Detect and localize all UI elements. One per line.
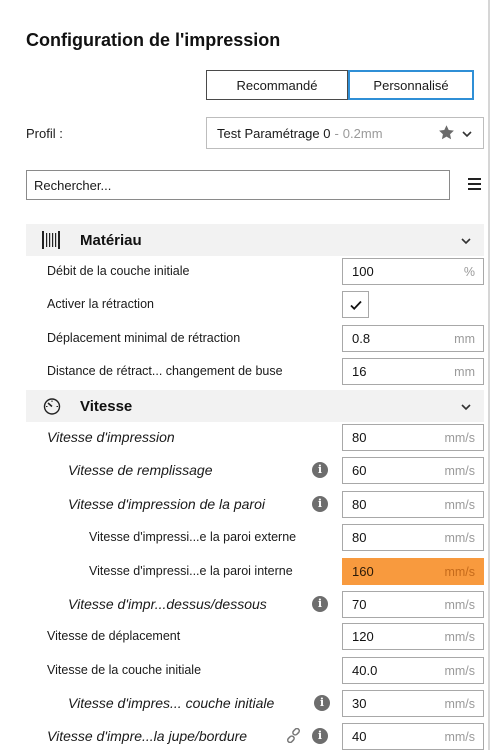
setting-row: Vitesse d'impression de la paroi i 80 mm… — [0, 488, 490, 520]
setting-value: 0.8 — [352, 331, 371, 346]
material-spool-icon — [42, 231, 62, 249]
setting-row: Vitesse de remplissage i 60 mm/s — [0, 454, 490, 486]
category-vitesse-label: Vitesse — [80, 397, 133, 415]
setting-label: Vitesse d'impr...dessus/dessous — [68, 596, 267, 612]
retraction-checkbox[interactable] — [342, 291, 369, 318]
setting-row: Vitesse de déplacement 120 mm/s — [0, 620, 490, 652]
setting-row: Vitesse d'impression 80 mm/s — [0, 421, 490, 453]
info-icon[interactable]: i — [312, 728, 328, 744]
setting-label: Distance de rétract... changement de bus… — [47, 364, 283, 378]
setting-input[interactable]: 40 mm/s — [342, 723, 484, 750]
setting-value: 60 — [352, 463, 367, 478]
setting-input-warning[interactable]: 160 mm/s — [342, 558, 484, 585]
setting-label: Vitesse de remplissage — [68, 462, 213, 478]
setting-label: Débit de la couche initiale — [47, 264, 190, 278]
setting-unit: mm/s — [444, 664, 475, 678]
setting-label: Vitesse d'impressi...e la paroi interne — [89, 564, 293, 578]
link-icon — [286, 727, 301, 744]
chevron-down-icon — [460, 234, 472, 246]
profile-dropdown[interactable]: Test Paramétrage 0 - 0.2mm — [206, 117, 484, 149]
category-materiau[interactable]: Matériau — [26, 224, 484, 256]
setting-input[interactable]: 60 mm/s — [342, 457, 484, 484]
setting-row: Déplacement minimal de rétraction 0.8 mm — [0, 322, 490, 354]
setting-unit: mm/s — [444, 464, 475, 478]
custom-mode-button[interactable]: Personnalisé — [348, 70, 474, 100]
setting-input[interactable]: 70 mm/s — [342, 591, 484, 618]
profile-name: Test Paramétrage 0 — [217, 125, 331, 141]
category-materiau-label: Matériau — [80, 231, 142, 249]
setting-row: Débit de la couche initiale 100 % — [0, 255, 490, 287]
info-icon[interactable]: i — [312, 462, 328, 478]
setting-label: Vitesse de déplacement — [47, 629, 181, 643]
setting-label: Déplacement minimal de rétraction — [47, 331, 241, 345]
chevron-down-icon — [461, 128, 473, 140]
speedometer-icon — [42, 397, 62, 415]
setting-input[interactable]: 80 mm/s — [342, 491, 484, 518]
setting-unit: mm/s — [444, 531, 475, 545]
setting-input[interactable]: 80 mm/s — [342, 524, 484, 551]
setting-row: Activer la rétraction — [0, 288, 490, 320]
setting-input[interactable]: 30 mm/s — [342, 690, 484, 717]
setting-label: Vitesse d'impre...la jupe/bordure — [47, 728, 248, 744]
setting-input[interactable]: 0.8 mm — [342, 325, 484, 352]
setting-unit: mm/s — [444, 730, 475, 744]
setting-row: Vitesse d'impressi...e la paroi interne … — [0, 555, 490, 587]
setting-row: Vitesse de la couche initiale 40.0 mm/s — [0, 654, 490, 686]
setting-unit: mm/s — [444, 598, 475, 612]
setting-row: Vitesse d'impr...dessus/dessous i 70 mm/… — [0, 588, 490, 620]
setting-input[interactable]: 120 mm/s — [342, 623, 484, 650]
setting-value: 70 — [352, 597, 367, 612]
setting-row: Vitesse d'impressi...e la paroi externe … — [0, 521, 490, 553]
setting-label: Vitesse d'impres... couche initiale — [68, 695, 275, 711]
setting-input[interactable]: 100 % — [342, 258, 484, 285]
setting-row: Vitesse d'impres... couche initiale i 30… — [0, 687, 490, 719]
info-icon[interactable]: i — [312, 596, 328, 612]
setting-value: 40.0 — [352, 663, 378, 678]
setting-input[interactable]: 16 mm — [342, 358, 484, 385]
print-settings-panel: Configuration de l'impression Recommandé… — [0, 0, 490, 750]
star-icon[interactable] — [438, 124, 455, 141]
setting-row: Vitesse d'impre...la jupe/bordure i 40 m… — [0, 720, 490, 750]
setting-value: 40 — [352, 729, 367, 744]
setting-value: 100 — [352, 264, 374, 279]
profile-label: Profil : — [26, 126, 63, 141]
setting-unit: mm — [454, 365, 475, 379]
search-input[interactable]: Rechercher... — [26, 170, 450, 200]
setting-input[interactable]: 40.0 mm/s — [342, 657, 484, 684]
setting-value: 80 — [352, 430, 367, 445]
info-icon[interactable]: i — [314, 695, 330, 711]
profile-separator: - — [334, 125, 339, 141]
setting-unit: mm/s — [444, 498, 475, 512]
setting-label: Vitesse de la couche initiale — [47, 663, 202, 677]
setting-value: 160 — [352, 564, 374, 579]
setting-input[interactable]: 80 mm/s — [342, 424, 484, 451]
setting-unit: mm/s — [444, 431, 475, 445]
setting-label: Vitesse d'impression de la paroi — [68, 496, 265, 512]
setting-unit: mm/s — [444, 630, 475, 644]
setting-value: 80 — [352, 497, 367, 512]
setting-value: 80 — [352, 530, 367, 545]
setting-label: Vitesse d'impressi...e la paroi externe — [89, 530, 297, 544]
setting-unit: mm/s — [444, 697, 475, 711]
setting-unit: % — [463, 265, 475, 279]
panel-title: Configuration de l'impression — [26, 30, 281, 50]
menu-icon[interactable] — [468, 178, 481, 190]
chevron-down-icon — [460, 400, 472, 412]
setting-unit: mm/s — [444, 565, 475, 579]
setting-label: Vitesse d'impression — [47, 429, 175, 445]
checkmark-icon — [350, 300, 362, 310]
recommended-mode-button[interactable]: Recommandé — [206, 70, 348, 100]
setting-label: Activer la rétraction — [47, 297, 154, 311]
setting-value: 30 — [352, 696, 367, 711]
setting-value: 16 — [352, 364, 367, 379]
setting-unit: mm — [454, 332, 475, 346]
profile-variant: 0.2mm — [342, 125, 383, 141]
setting-value: 120 — [352, 629, 374, 644]
info-icon[interactable]: i — [312, 496, 328, 512]
category-vitesse[interactable]: Vitesse — [26, 390, 484, 422]
setting-row: Distance de rétract... changement de bus… — [0, 355, 490, 387]
